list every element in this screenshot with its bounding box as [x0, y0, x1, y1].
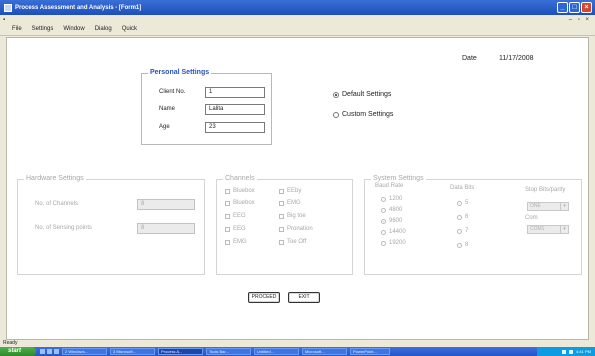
- chevron-down-icon: ▾: [560, 226, 568, 233]
- channel-checkbox[interactable]: EEby: [279, 188, 301, 194]
- channel-checkbox[interactable]: Bluebox: [225, 200, 255, 206]
- mdi-controls[interactable]: – ▫ ×: [569, 17, 591, 23]
- channels-group: Channels Bluebox Bluebox EEG EEG EMG EEb…: [216, 175, 353, 275]
- proceed-button[interactable]: PROCEED: [248, 292, 280, 303]
- radio-selected-icon: [333, 91, 339, 98]
- data-bits-option[interactable]: 6: [457, 214, 468, 220]
- menu-window[interactable]: Window: [63, 26, 84, 32]
- quick-launch: [40, 349, 59, 354]
- channel-checkbox[interactable]: EEG: [225, 213, 246, 219]
- ie-icon[interactable]: [40, 349, 45, 354]
- tray-clock: 4:41 PM: [576, 349, 591, 354]
- taskbar-item[interactable]: 3 Microsoft...: [110, 348, 155, 355]
- menu-quick[interactable]: Quick: [122, 26, 137, 32]
- age-input[interactable]: 23: [205, 122, 265, 133]
- channel-checkbox[interactable]: EMG: [225, 239, 247, 245]
- exit-button[interactable]: EXIT: [288, 292, 320, 303]
- taskbar-item-active[interactable]: Process A...: [158, 348, 203, 355]
- date-value: 11/17/2008: [499, 55, 534, 62]
- system-settings-title: System Settings: [371, 175, 426, 182]
- personal-settings-title: Personal Settings: [148, 69, 212, 76]
- document-icon: ▪: [3, 17, 6, 23]
- client-no-input[interactable]: 1: [205, 87, 265, 98]
- taskbar-item[interactable]: PowerPoint...: [350, 348, 390, 355]
- status-bar: Ready: [0, 340, 595, 347]
- baud-rate-option[interactable]: 4800: [381, 207, 402, 213]
- taskbar-item[interactable]: 2 Windows...: [62, 348, 107, 355]
- status-text: Ready: [3, 340, 18, 346]
- baud-rate-option[interactable]: 1200: [381, 196, 402, 202]
- taskbar-item[interactable]: Tools Bar...: [206, 348, 251, 355]
- personal-settings-group: Personal Settings Client No. 1 Name Lali…: [141, 69, 272, 145]
- minimize-button[interactable]: _: [557, 2, 568, 13]
- channel-checkbox[interactable]: Bluebox: [225, 188, 255, 194]
- app-icon: [4, 3, 12, 12]
- window-controls: _ □ ×: [557, 2, 592, 13]
- name-label: Name: [159, 106, 176, 112]
- data-bits-option[interactable]: 7: [457, 228, 468, 234]
- channels-count-input[interactable]: 8: [137, 199, 195, 210]
- baud-rate-option[interactable]: 14400: [381, 229, 406, 235]
- baud-rate-option[interactable]: 19200: [381, 240, 406, 246]
- window-titlebar: Process Assessment and Analysis - [Form1…: [0, 0, 595, 15]
- channel-checkbox[interactable]: Big toe: [279, 213, 306, 219]
- channels-count-label: No. of Channels: [35, 201, 79, 207]
- baud-rate-label: Baud Rate: [375, 183, 404, 189]
- start-button[interactable]: start: [0, 347, 36, 356]
- channel-checkbox[interactable]: EMG: [279, 200, 301, 206]
- custom-settings-label: Custom Settings: [342, 111, 394, 118]
- network-icon[interactable]: [569, 349, 574, 354]
- close-button[interactable]: ×: [581, 2, 592, 13]
- desktop-icon[interactable]: [47, 349, 52, 354]
- custom-settings-radio[interactable]: Custom Settings: [333, 111, 393, 118]
- taskbar-item[interactable]: Microsoft...: [302, 348, 347, 355]
- channel-checkbox[interactable]: EEG: [225, 226, 246, 232]
- system-tray: 4:41 PM: [537, 347, 595, 356]
- menu-settings[interactable]: Settings: [32, 26, 54, 32]
- hardware-settings-title: Hardware Settings: [24, 175, 86, 182]
- hardware-settings-group: Hardware Settings No. of Channels 8 No. …: [17, 175, 205, 275]
- data-bits-option[interactable]: 8: [457, 242, 468, 248]
- media-icon[interactable]: [54, 349, 59, 354]
- taskbar: start 2 Windows... 3 Microsoft... Proces…: [0, 347, 595, 356]
- date-label: Date: [462, 55, 477, 62]
- maximize-button[interactable]: □: [569, 2, 580, 13]
- form-canvas: Date 11/17/2008 Personal Settings Client…: [6, 37, 589, 340]
- channels-title: Channels: [223, 175, 257, 182]
- sensing-points-label: No. of Sensing points: [35, 225, 93, 231]
- client-no-label: Client No.: [159, 89, 186, 95]
- sensing-points-input[interactable]: 8: [137, 223, 195, 234]
- chevron-down-icon: ▾: [560, 203, 568, 210]
- system-settings-group: System Settings Baud Rate 1200 4800 9600…: [364, 175, 582, 275]
- stop-bits-label: Stop Bits/parity: [525, 187, 566, 193]
- menu-dialog[interactable]: Dialog: [95, 26, 112, 32]
- channel-checkbox[interactable]: Toe Off: [279, 239, 306, 245]
- data-bits-label: Data Bits: [450, 185, 475, 191]
- menu-file[interactable]: File: [12, 26, 22, 32]
- menu-bar: ▪ – ▫ × File Settings Window Dialog Quic…: [0, 15, 595, 36]
- radio-unselected-icon: [333, 111, 339, 118]
- default-settings-label: Default Settings: [342, 91, 392, 98]
- baud-rate-option[interactable]: 9600: [381, 218, 402, 224]
- taskbar-item[interactable]: Untitled...: [254, 348, 299, 355]
- com-select[interactable]: COM1 ▾: [527, 225, 569, 234]
- default-settings-radio[interactable]: Default Settings: [333, 91, 391, 98]
- age-label: Age: [159, 124, 170, 130]
- stop-bits-select[interactable]: ONE ▾: [527, 202, 569, 211]
- channel-checkbox[interactable]: Pronation: [279, 226, 313, 232]
- name-input[interactable]: Lalita: [205, 104, 265, 115]
- volume-icon[interactable]: [562, 349, 567, 354]
- window-title: Process Assessment and Analysis - [Form1…: [15, 4, 142, 11]
- com-label: Com: [525, 215, 538, 221]
- data-bits-option[interactable]: 5: [457, 200, 468, 206]
